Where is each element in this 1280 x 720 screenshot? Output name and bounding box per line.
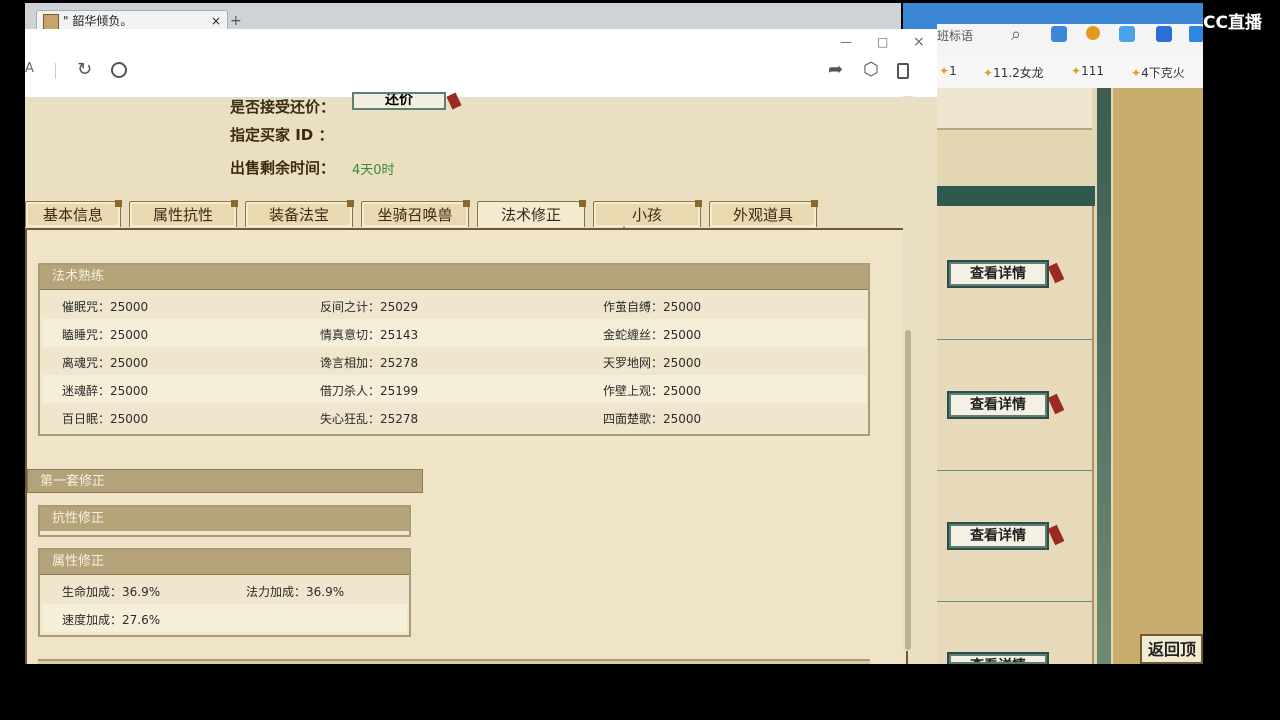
table-cell: 情真意切：25143 xyxy=(320,328,419,342)
search-icon[interactable]: ⌕ xyxy=(1011,24,1021,45)
scrollbar-thumb[interactable] xyxy=(905,330,911,650)
table-cell: 瞌睡咒：25000 xyxy=(62,328,149,342)
spell-mastery-section: 法术熟练 催眠咒：25000 反间之计：25029 作茧自缚：25000 瞌睡咒… xyxy=(38,263,870,436)
bookmark-icon: ✦ xyxy=(939,64,950,78)
bookmark-icon: ✦ xyxy=(1131,66,1142,80)
decor-background xyxy=(1113,88,1203,664)
section-header: 抗性修正 xyxy=(40,507,409,531)
buyer-id-label: 指定买家 ID ： xyxy=(230,126,334,144)
new-tab-button[interactable]: + xyxy=(230,13,242,29)
bookmark-icon: ✦ xyxy=(983,66,994,80)
view-details-button[interactable]: 查看详情 xyxy=(949,393,1047,417)
game-page: 是否接受还价： 还价 指定买家 ID ： 出售剩余时间： 4天0时 基本信息 属… xyxy=(25,92,937,664)
section-header: 属性修正 xyxy=(40,550,409,575)
table-row: 离魂咒：25000 谗言相加：25278 天罗地网：25000 xyxy=(42,347,866,375)
table-cell: 催眠咒：25000 xyxy=(62,300,149,314)
extension-icon[interactable] xyxy=(897,63,909,79)
close-button[interactable]: × xyxy=(913,34,925,50)
folder-icon[interactable] xyxy=(1189,26,1203,42)
bookmark-icon: ✦ xyxy=(1071,64,1082,78)
tab-basic-info[interactable]: 基本信息 xyxy=(25,200,122,227)
correction-set-header: 第一套修正 xyxy=(27,469,423,493)
back-to-top-button[interactable]: 返回顶 xyxy=(1140,634,1203,664)
cc-live-logo: CC直播 xyxy=(1203,13,1262,33)
table-row: 百日眠：25000 失心狂乱：25278 四面楚歌：25000 xyxy=(42,403,866,431)
table-row: 速度加成：27.6% xyxy=(42,604,407,632)
browser-tab[interactable]: " 韶华倾负。 × xyxy=(36,10,228,31)
table-cell: 谗言相加：25278 xyxy=(320,356,419,370)
view-details-button[interactable]: 查看详情 xyxy=(949,262,1047,286)
table-row: 瞌睡咒：25000 情真意切：25143 金蛇缠丝：25000 xyxy=(42,319,866,347)
table-cell: 天罗地网：25000 xyxy=(603,356,702,370)
bookmark-item[interactable]: ✦111 xyxy=(1071,64,1104,78)
key-icon[interactable] xyxy=(1086,26,1100,40)
maximize-button[interactable]: □ xyxy=(877,35,888,49)
table-cell: 借刀杀人：25199 xyxy=(320,384,419,398)
accept-counter-label: 是否接受还价： xyxy=(230,98,336,116)
time-left-value: 4天0时 xyxy=(352,163,395,178)
tab-equipment[interactable]: 装备法宝 xyxy=(245,200,354,227)
tab-appearance[interactable]: 外观道具 xyxy=(709,200,818,227)
table-cell: 法力加成：36.9% xyxy=(246,585,345,599)
counter-offer-button[interactable]: 还价 xyxy=(352,92,446,110)
table-cell: 生命加成：36.9% xyxy=(62,585,161,599)
divider xyxy=(937,470,1092,471)
table-cell: 速度加成：27.6% xyxy=(62,613,161,627)
table-cell: 失心狂乱：25278 xyxy=(320,412,419,426)
cube-icon[interactable]: ⬡ xyxy=(863,59,879,80)
divider xyxy=(937,339,1092,340)
translate-icon[interactable] xyxy=(1119,26,1135,42)
table-cell: 四面楚歌：25000 xyxy=(603,412,702,426)
share-icon[interactable]: ➦ xyxy=(828,59,843,80)
table-row: 迷魂醉：25000 借刀杀人：25199 作壁上观：25000 xyxy=(42,375,866,403)
tab-child[interactable]: 小孩 xyxy=(593,200,702,227)
table-cell: 作茧自缚：25000 xyxy=(603,300,702,314)
bookmark-item[interactable]: ✦1 xyxy=(939,64,957,78)
table-cell: 反间之计：25029 xyxy=(320,300,419,314)
bookmarks-bar: ✦1 ✦11.2女龙 ✦111 ✦4下克火 xyxy=(937,56,1203,88)
search-hint: 班标语 xyxy=(937,29,974,43)
right-panel-top xyxy=(937,88,1092,130)
tab-title: " 韶华倾负。 xyxy=(63,14,133,28)
resist-correction-section: 抗性修正 xyxy=(38,505,411,537)
decor-pillar xyxy=(1097,88,1111,664)
divider xyxy=(937,601,1092,602)
bookmark-item[interactable]: ✦4下克火 xyxy=(1131,64,1185,81)
tab-spell-correction[interactable]: 法术修正 xyxy=(477,200,586,227)
section-header: 法术熟练 xyxy=(40,265,868,290)
word-icon[interactable] xyxy=(1156,26,1172,42)
refresh-icon[interactable]: ↻ xyxy=(77,59,92,80)
table-row: 催眠咒：25000 反间之计：25029 作茧自缚：25000 xyxy=(42,291,866,319)
tab-content-panel: 法术熟练 催眠咒：25000 反间之计：25029 作茧自缚：25000 瞌睡咒… xyxy=(25,228,908,664)
toolbar-divider xyxy=(55,63,56,79)
table-cell: 金蛇缠丝：25000 xyxy=(603,328,702,342)
table-cell: 离魂咒：25000 xyxy=(62,356,149,370)
tab-mounts-pets[interactable]: 坐骑召唤兽 xyxy=(361,200,470,227)
tab-attributes[interactable]: 属性抗性 xyxy=(129,200,238,227)
bookmark-item[interactable]: ✦11.2女龙 xyxy=(983,64,1044,81)
background-toolbar: 班标语 ⌕ xyxy=(937,24,1203,56)
next-section-edge xyxy=(38,659,870,664)
globe-icon[interactable] xyxy=(111,62,127,78)
popup-window: — □ × A ↻ ➦ ⬡ 是否接受还价： 还价 指定买家 ID ： 出售剩余时… xyxy=(25,29,937,664)
tab-close-icon[interactable]: × xyxy=(211,11,221,31)
table-row: 生命加成：36.9% 法力加成：36.9% xyxy=(42,576,407,604)
address-partial: A xyxy=(25,61,34,76)
background-page: 查看详情 查看详情 查看详情 查看详情 返回顶 xyxy=(937,88,1203,664)
time-left-label: 出售剩余时间： xyxy=(230,159,336,177)
popup-toolbar: — □ × A ↻ ➦ ⬡ xyxy=(25,29,937,98)
table-cell: 作壁上观：25000 xyxy=(603,384,702,398)
attr-correction-section: 属性修正 生命加成：36.9% 法力加成：36.9% 速度加成：27.6% xyxy=(38,548,411,637)
app-icon-1[interactable] xyxy=(1051,26,1067,42)
tab-favicon-icon xyxy=(43,14,59,30)
view-details-button[interactable]: 查看详情 xyxy=(949,654,1047,664)
right-panel-header xyxy=(937,186,1095,206)
table-cell: 百日眠：25000 xyxy=(62,412,149,426)
minimize-button[interactable]: — xyxy=(840,35,852,49)
view-details-button[interactable]: 查看详情 xyxy=(949,524,1047,548)
table-cell: 迷魂醉：25000 xyxy=(62,384,149,398)
